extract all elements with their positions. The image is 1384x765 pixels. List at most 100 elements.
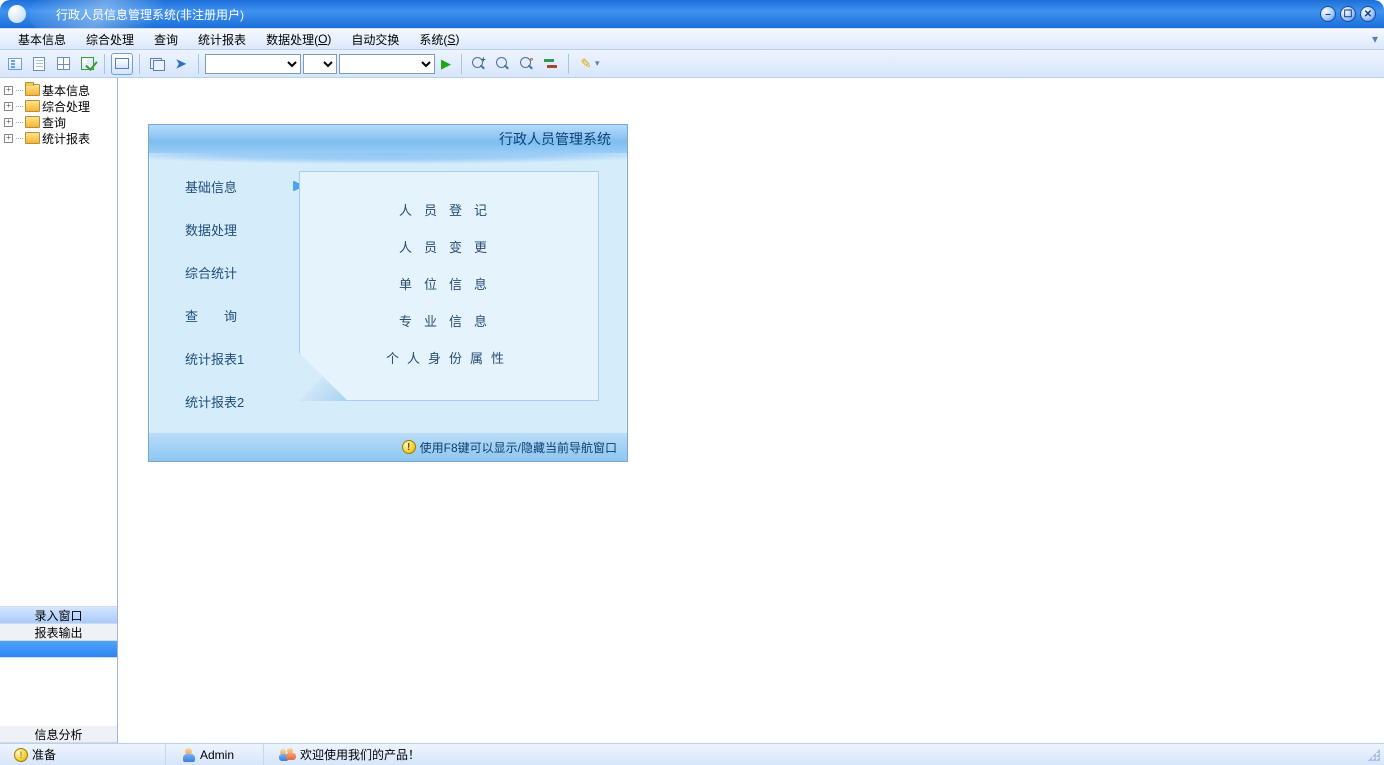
status-bar: ! 准备 Admin 欢迎使用我们的产品！ — [0, 743, 1384, 765]
nav-menu-data[interactable]: 数据处理 — [165, 208, 285, 251]
toolbar-run-icon[interactable]: ▶ — [441, 56, 451, 72]
sidebar-tab-selected[interactable] — [0, 641, 117, 658]
window-controls: – ☐ ✕ — [1320, 6, 1376, 22]
menu-data-process[interactable]: 数据处理(O) — [256, 29, 341, 49]
toolbar-window-icon[interactable] — [111, 53, 133, 75]
toolbar-separator — [104, 54, 105, 74]
title-bar: 行政人员信息管理系统(非注册用户) – ☐ ✕ — [0, 0, 1384, 28]
nav-menu-query[interactable]: 查 询 — [165, 294, 285, 337]
tree-connector: ···· — [15, 133, 23, 143]
navigator-title: 行政人员管理系统 — [149, 125, 627, 153]
status-ready-cell: ! 准备 — [6, 744, 166, 765]
toolbar-separator — [568, 54, 569, 74]
status-ready-label: 准备 — [32, 746, 56, 763]
expand-icon[interactable]: + — [4, 118, 13, 127]
tree-item-query[interactable]: + ···· 查询 — [2, 114, 115, 130]
navigator-page: 人员登记 人员变更 单位信息 专业信息 个人身份属性 — [299, 171, 599, 401]
sidebar-tab-input[interactable]: 录入窗口 — [0, 607, 117, 624]
users-icon — [280, 748, 296, 762]
toolbar-search-people-icon[interactable]: ∘ — [516, 53, 538, 75]
nav-menu-basic[interactable]: 基础信息 — [165, 165, 285, 208]
navigator-footer: ! 使用F8键可以显示/隐藏当前导航窗口 — [149, 433, 627, 461]
window-title: 行政人员信息管理系统(非注册用户) — [56, 6, 244, 23]
menu-basic-info[interactable]: 基本信息 — [8, 29, 76, 49]
nav-opt-change[interactable]: 人员变更 — [399, 237, 499, 256]
nav-opt-register[interactable]: 人员登记 — [399, 200, 499, 219]
toolbar-search-icon[interactable] — [492, 53, 514, 75]
tree-item-stats[interactable]: + ···· 统计报表 — [2, 130, 115, 146]
app-icon — [8, 5, 26, 23]
navigator-hint: 使用F8键可以显示/隐藏当前导航窗口 — [420, 439, 617, 456]
nav-opt-identity[interactable]: 个人身份属性 — [386, 348, 512, 367]
status-ready-icon: ! — [14, 748, 28, 762]
minimize-button[interactable]: – — [1320, 6, 1336, 22]
maximize-button[interactable]: ☐ — [1340, 6, 1356, 22]
status-welcome-label: 欢迎使用我们的产品！ — [300, 746, 420, 763]
tree-item-label: 统计报表 — [42, 130, 90, 147]
sidebar-tab-analysis[interactable]: 信息分析 — [0, 726, 117, 743]
tree-item-composite[interactable]: + ···· 综合处理 — [2, 98, 115, 114]
resize-grip-icon[interactable] — [1368, 749, 1382, 763]
toolbar-forward-icon[interactable]: ➤ — [170, 53, 192, 75]
status-welcome-cell: 欢迎使用我们的产品！ — [272, 744, 1378, 765]
expand-icon[interactable]: + — [4, 86, 13, 95]
folder-icon — [25, 132, 40, 144]
menu-auto-exchange[interactable]: 自动交换 — [341, 29, 409, 49]
tree-item-basic-info[interactable]: + ···· 基本信息 — [2, 82, 115, 98]
navigator-panel: 行政人员管理系统 基础信息 数据处理 综合统计 查 询 统计报表1 统计报表2 … — [148, 124, 628, 462]
content-area: 行政人员管理系统 基础信息 数据处理 综合统计 查 询 统计报表1 统计报表2 … — [118, 78, 1384, 743]
toolbar-combo-2[interactable] — [303, 54, 337, 74]
tree-item-label: 基本信息 — [42, 82, 90, 99]
toolbar-swap-icon[interactable] — [540, 53, 562, 75]
sidebar-tab-report[interactable]: 报表输出 — [0, 624, 117, 641]
navigator-options: 人员登记 人员变更 单位信息 专业信息 个人身份属性 — [300, 172, 598, 367]
close-button[interactable]: ✕ — [1360, 6, 1376, 22]
navigator-body: 基础信息 数据处理 综合统计 查 询 统计报表1 统计报表2 人员登记 人员变更… — [149, 153, 627, 433]
sidebar-gap — [0, 658, 117, 726]
folder-icon — [25, 116, 40, 128]
folder-icon — [25, 100, 40, 112]
toolbar-doc-icon[interactable] — [28, 53, 50, 75]
user-icon — [182, 748, 196, 762]
tree-connector: ···· — [15, 117, 23, 127]
tree-connector: ···· — [15, 101, 23, 111]
nav-menu-stats[interactable]: 综合统计 — [165, 251, 285, 294]
expand-icon[interactable]: + — [4, 134, 13, 143]
toolbar-edit-dropdown-icon[interactable]: ▾ — [595, 58, 600, 69]
menu-bar: 基本信息 综合处理 查询 统计报表 数据处理(O) 自动交换 系统(S) ▾ — [0, 28, 1384, 50]
toolbar-separator — [139, 54, 140, 74]
nav-menu-report2[interactable]: 统计报表2 — [165, 380, 285, 423]
toolbar-check-icon[interactable] — [76, 53, 98, 75]
toolbar-separator — [461, 54, 462, 74]
toolbar-edit-icon[interactable]: ✎ — [575, 53, 597, 75]
sidebar-tabs: 录入窗口 报表输出 信息分析 — [0, 606, 117, 743]
menu-composite[interactable]: 综合处理 — [76, 29, 144, 49]
toolbar-grid-icon[interactable] — [52, 53, 74, 75]
navigator-menu: 基础信息 数据处理 综合统计 查 询 统计报表1 统计报表2 — [165, 165, 285, 423]
sidebar-spacer — [0, 150, 117, 606]
menu-overflow-icon[interactable]: ▾ — [1366, 29, 1384, 49]
tree-item-label: 查询 — [42, 114, 66, 131]
tree-connector: ···· — [15, 85, 23, 95]
status-user-cell: Admin — [174, 744, 264, 765]
tree-item-label: 综合处理 — [42, 98, 90, 115]
toolbar-search-add-icon[interactable]: + — [468, 53, 490, 75]
status-user-label: Admin — [200, 748, 234, 762]
menu-system[interactable]: 系统(S) — [409, 29, 469, 49]
toolbar-tree-icon[interactable] — [4, 53, 26, 75]
hint-icon: ! — [402, 440, 416, 454]
expand-icon[interactable]: + — [4, 102, 13, 111]
tree-view: + ···· 基本信息 + ···· 综合处理 + ···· 查询 + ···· — [0, 78, 117, 150]
toolbar-combo-1[interactable] — [205, 54, 301, 74]
menu-query[interactable]: 查询 — [144, 29, 188, 49]
folder-open-icon — [25, 84, 40, 96]
toolbar-separator — [198, 54, 199, 74]
nav-opt-unit[interactable]: 单位信息 — [399, 274, 499, 293]
sidebar: + ···· 基本信息 + ···· 综合处理 + ···· 查询 + ···· — [0, 78, 118, 743]
toolbar-combo-3[interactable] — [339, 54, 435, 74]
nav-menu-report1[interactable]: 统计报表1 — [165, 337, 285, 380]
toolbar-cascade-icon[interactable] — [146, 53, 168, 75]
nav-opt-major[interactable]: 专业信息 — [399, 311, 499, 330]
toolbar: ➤ ▶ + ∘ ✎ ▾ — [0, 50, 1384, 78]
menu-stats[interactable]: 统计报表 — [188, 29, 256, 49]
